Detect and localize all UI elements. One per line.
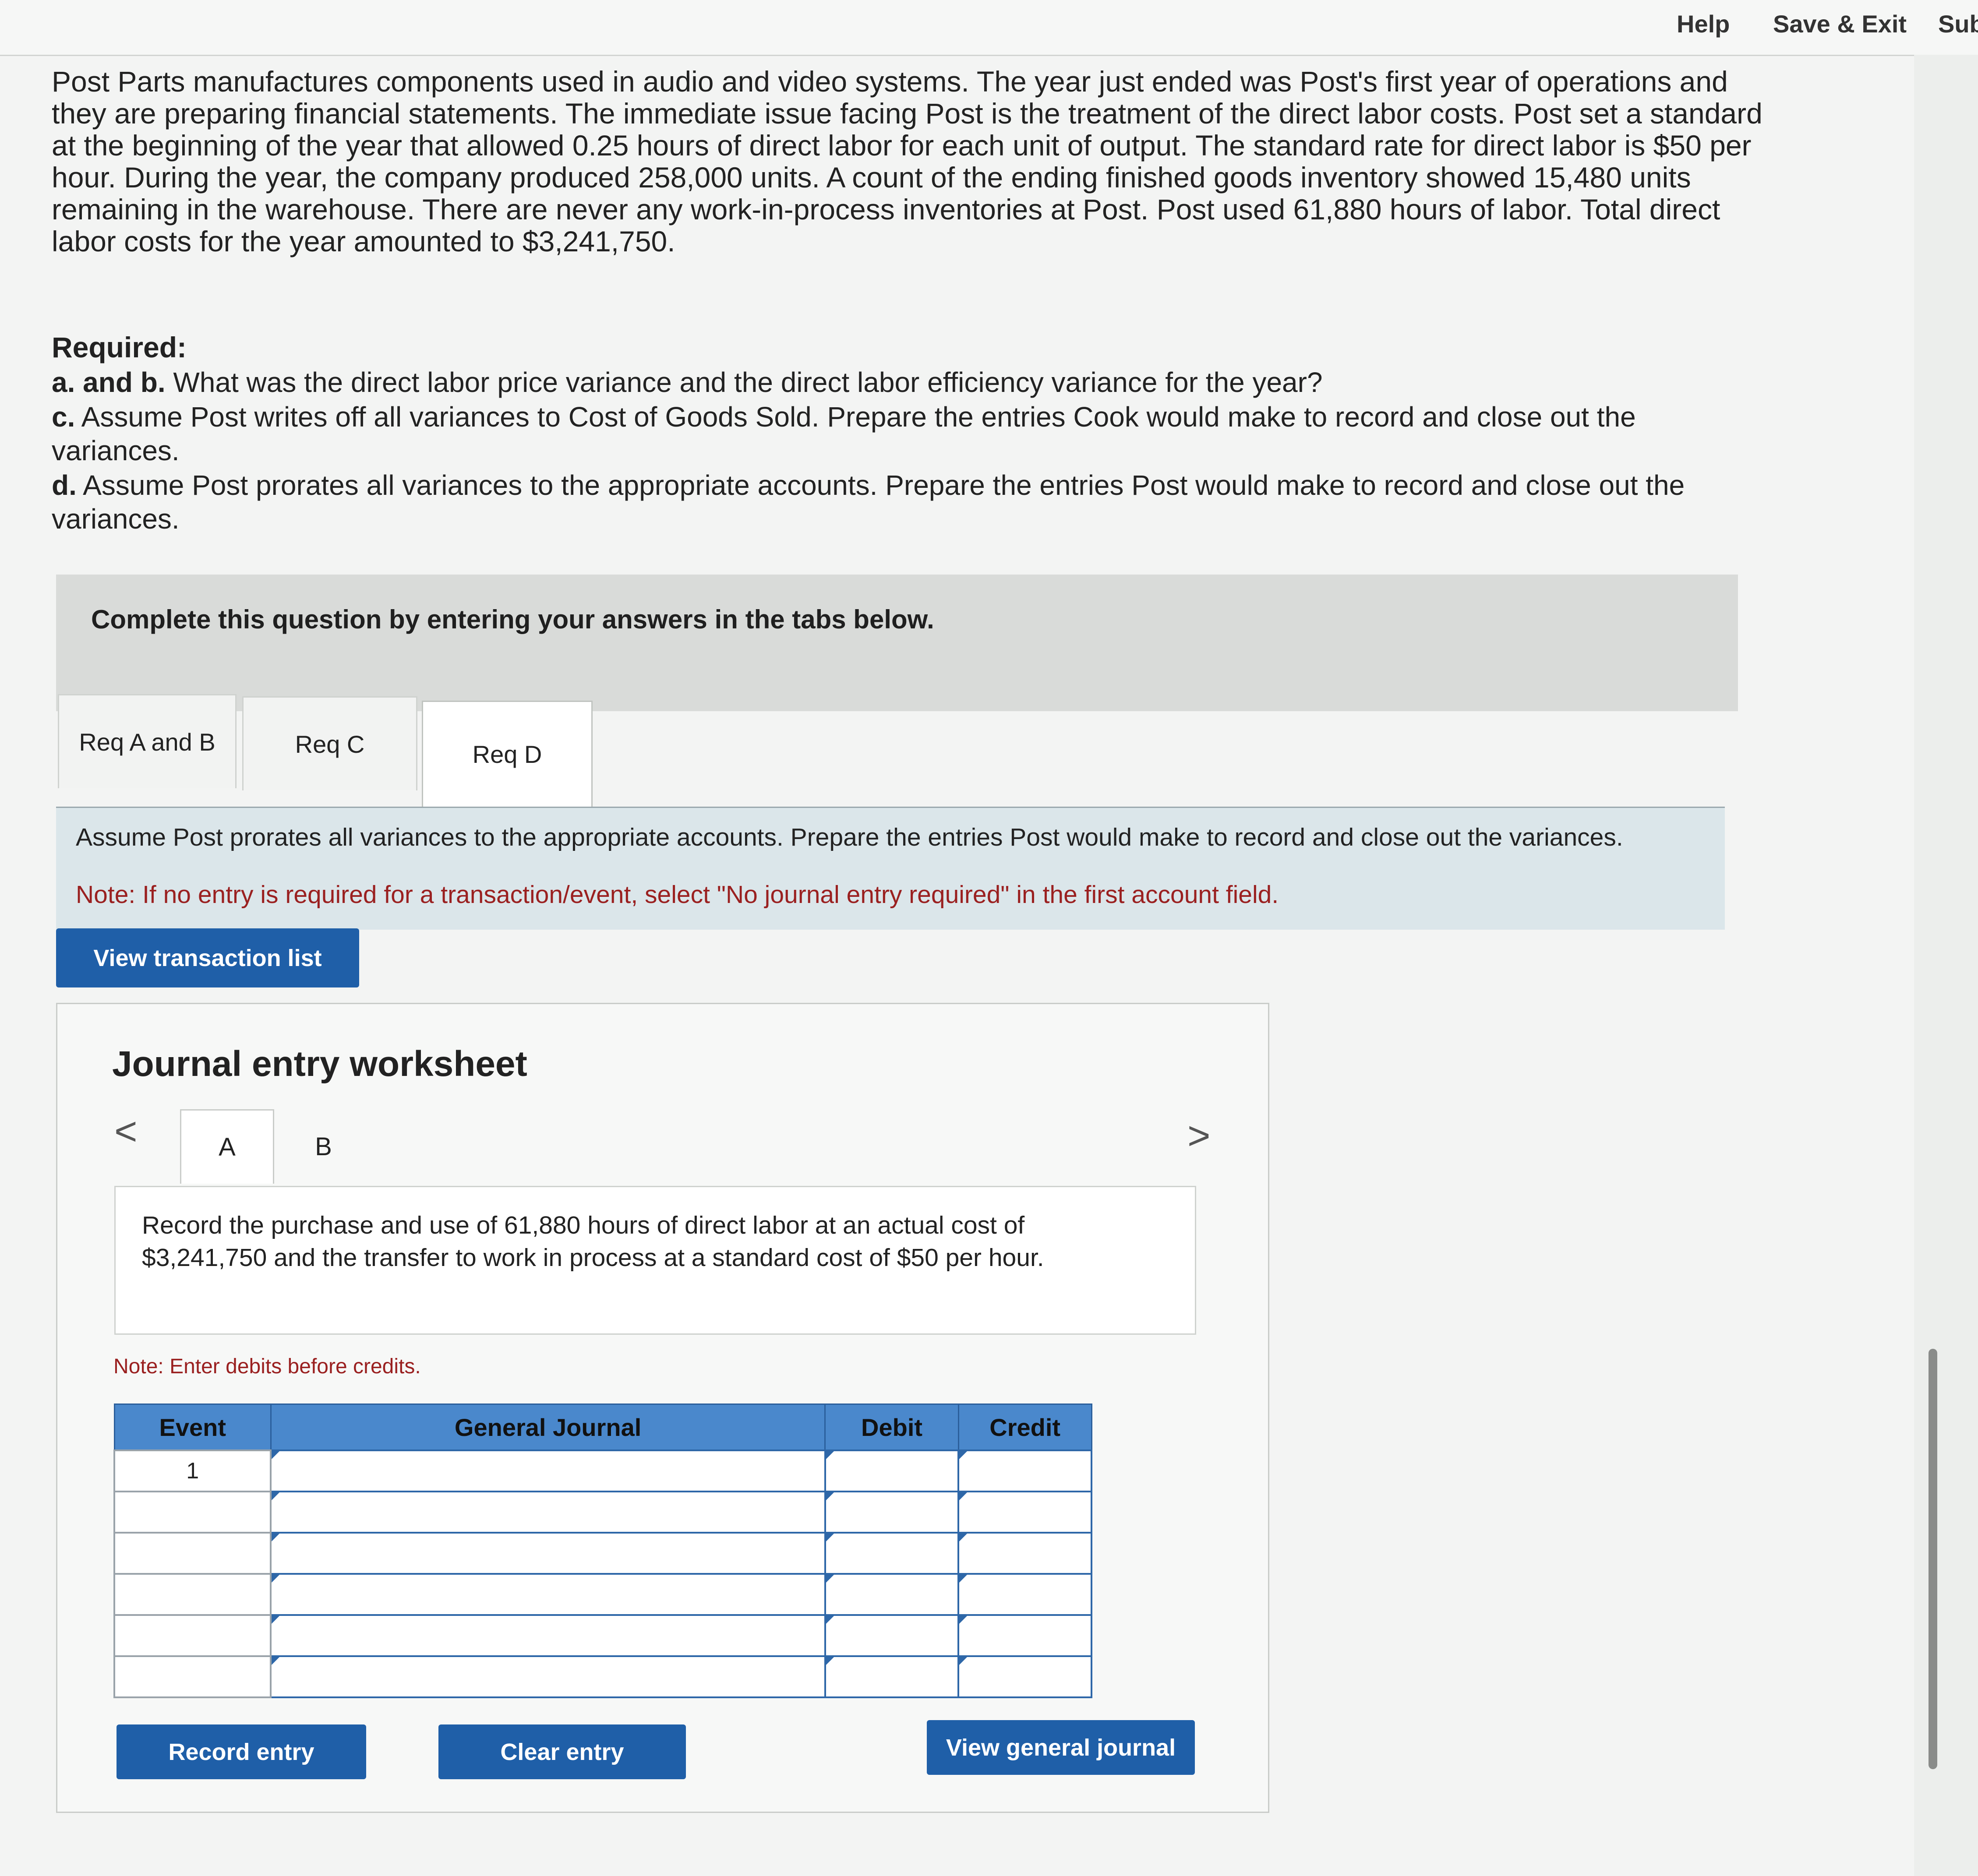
debit-input[interactable]	[824, 1573, 960, 1616]
required-list: a. and b. What was the direct labor pric…	[52, 366, 1760, 537]
table-row	[113, 1573, 1092, 1616]
view-transaction-list-button[interactable]: View transaction list	[56, 928, 359, 987]
journal-table: Event General Journal Debit Credit 1	[113, 1403, 1092, 1698]
debit-input[interactable]	[824, 1655, 960, 1698]
table-row	[113, 1614, 1092, 1657]
worksheet-description: Record the purchase and use of 61,880 ho…	[142, 1211, 1044, 1272]
right-gutter	[1914, 55, 1978, 1876]
complete-question-text: Complete this question by entering your …	[91, 605, 934, 634]
event-cell	[113, 1532, 272, 1575]
required-item-ab: a. and b. What was the direct labor pric…	[52, 367, 1323, 398]
required-item-d: d. Assume Post prorates all variances to…	[52, 469, 1685, 535]
journal-header-row: Event General Journal Debit Credit	[113, 1403, 1092, 1451]
req-d-panel: Assume Post prorates all variances to th…	[56, 807, 1725, 930]
required-item-c: c. Assume Post writes off all variances …	[52, 401, 1636, 466]
journal-entry-worksheet: Journal entry worksheet < > A B Record t…	[56, 1003, 1269, 1813]
next-arrow-icon[interactable]: >	[1187, 1114, 1211, 1159]
credit-input[interactable]	[957, 1449, 1092, 1492]
prev-arrow-icon[interactable]: <	[114, 1109, 138, 1154]
event-cell	[113, 1573, 272, 1616]
credit-input[interactable]	[957, 1614, 1092, 1657]
worksheet-title: Journal entry worksheet	[112, 1044, 527, 1084]
save-exit-link[interactable]: Save & Exit	[1773, 10, 1907, 38]
credit-input[interactable]	[957, 1655, 1092, 1698]
header-credit: Credit	[957, 1403, 1092, 1451]
tab-req-c[interactable]: Req C	[242, 696, 417, 790]
worksheet-tab-a[interactable]: A	[180, 1109, 274, 1184]
submit-link[interactable]: Sub	[1938, 10, 1978, 38]
clear-entry-button[interactable]: Clear entry	[438, 1724, 686, 1779]
worksheet-tab-b[interactable]: B	[276, 1109, 371, 1184]
view-general-journal-button[interactable]: View general journal	[927, 1720, 1195, 1775]
credit-input[interactable]	[957, 1573, 1092, 1616]
header-debit: Debit	[824, 1403, 959, 1451]
required-title: Required:	[52, 331, 187, 363]
req-d-note: Note: If no entry is required for a tran…	[76, 881, 1279, 909]
credit-input[interactable]	[957, 1532, 1092, 1575]
debit-input[interactable]	[824, 1491, 960, 1534]
account-input[interactable]	[270, 1491, 826, 1534]
req-d-instruction: Assume Post prorates all variances to th…	[76, 823, 1623, 851]
table-row: 1	[113, 1449, 1092, 1492]
credit-input[interactable]	[957, 1491, 1092, 1534]
table-row	[113, 1655, 1092, 1698]
page-scrollbar[interactable]	[1929, 1349, 1937, 1769]
tab-req-a-and-b[interactable]: Req A and B	[58, 694, 237, 788]
record-entry-button[interactable]: Record entry	[117, 1724, 366, 1779]
event-cell	[113, 1491, 272, 1534]
tab-req-d[interactable]: Req D	[422, 701, 593, 807]
debit-input[interactable]	[824, 1449, 960, 1492]
worksheet-note: Note: Enter debits before credits.	[113, 1355, 421, 1378]
account-input[interactable]	[270, 1532, 826, 1575]
event-cell: 1	[113, 1449, 272, 1492]
complete-question-banner: Complete this question by entering your …	[56, 575, 1738, 711]
header-event: Event	[113, 1403, 272, 1451]
debit-input[interactable]	[824, 1614, 960, 1657]
account-input[interactable]	[270, 1614, 826, 1657]
event-cell	[113, 1655, 272, 1698]
top-bar: Help Save & Exit Sub	[0, 0, 1978, 56]
table-row	[113, 1491, 1092, 1534]
account-input[interactable]	[270, 1573, 826, 1616]
event-cell	[113, 1614, 272, 1657]
help-link[interactable]: Help	[1677, 10, 1730, 38]
worksheet-description-box: Record the purchase and use of 61,880 ho…	[114, 1186, 1196, 1335]
problem-text: Post Parts manufactures components used …	[52, 65, 1763, 257]
account-input[interactable]	[270, 1655, 826, 1698]
debit-input[interactable]	[824, 1532, 960, 1575]
table-row	[113, 1532, 1092, 1575]
header-general-journal: General Journal	[270, 1403, 826, 1451]
account-input[interactable]	[270, 1449, 826, 1492]
